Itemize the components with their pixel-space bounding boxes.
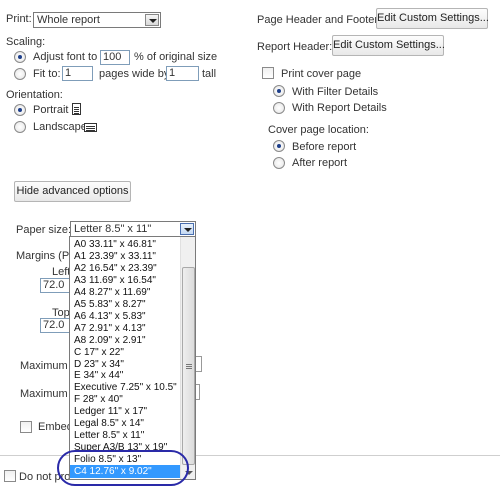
portrait-label: Portrait: [33, 104, 69, 116]
portrait-page-icon: [72, 103, 81, 115]
fit-to-label: Fit to:: [33, 68, 61, 80]
cover-page-label: Print cover page: [281, 68, 362, 80]
adjust-font-radio[interactable]: [14, 51, 26, 63]
scrollbar-thumb[interactable]: [182, 267, 195, 465]
margin-left-label: Left: [52, 266, 71, 278]
fit-to-radio[interactable]: [14, 68, 26, 80]
fit-mid-label: pages wide by: [99, 68, 170, 80]
portrait-radio[interactable]: [14, 104, 26, 116]
paper-size-label: Paper size:: [16, 224, 72, 236]
with-filter-label: With Filter Details: [292, 86, 379, 98]
print-label: Print:: [6, 13, 32, 25]
fit-tall-input[interactable]: 1: [166, 66, 199, 81]
margin-top-input[interactable]: 72.0: [40, 318, 72, 333]
header-footer-edit-button[interactable]: Edit Custom Settings...: [376, 8, 489, 29]
print-select-value: Whole report: [37, 14, 100, 26]
with-report-radio[interactable]: [273, 102, 285, 114]
after-report-radio[interactable]: [273, 157, 285, 169]
landscape-radio[interactable]: [14, 121, 26, 133]
adjust-font-suffix: % of original size: [134, 51, 218, 63]
grip-icon: [186, 364, 192, 365]
orientation-label: Orientation:: [6, 89, 63, 101]
bottom-checkbox[interactable]: [4, 470, 16, 482]
paper-size-select[interactable]: Letter 8.5" x 11": [70, 221, 196, 237]
report-header-edit-button[interactable]: Edit Custom Settings...: [332, 35, 445, 56]
dropdown-scrollbar[interactable]: [180, 237, 195, 479]
maximum-font-input[interactable]: [196, 384, 200, 400]
fit-wide-input[interactable]: 1: [62, 66, 93, 81]
with-report-label: With Report Details: [292, 102, 387, 114]
fit-tall-suffix: tall: [202, 68, 217, 80]
margin-left-input[interactable]: 72.0: [40, 278, 72, 293]
maximum-font-label: Maximum f: [20, 388, 74, 400]
with-filter-radio[interactable]: [273, 85, 285, 97]
after-report-label: After report: [292, 157, 348, 169]
margins-label: Margins (Pix: [16, 250, 78, 262]
before-report-label: Before report: [292, 141, 357, 153]
cover-location-label: Cover page location:: [268, 124, 369, 136]
chevron-down-icon[interactable]: [145, 14, 159, 26]
embed-label: Embed: [38, 421, 73, 433]
print-select[interactable]: Whole report: [33, 12, 161, 28]
report-header-label: Report Header:: [257, 41, 333, 53]
embed-checkbox[interactable]: [20, 421, 32, 433]
before-report-radio[interactable]: [273, 140, 285, 152]
scaling-label: Scaling:: [6, 36, 46, 48]
highlight-annotation-ring: [57, 450, 189, 486]
maximum-height-input[interactable]: [196, 356, 202, 372]
hide-advanced-button[interactable]: Hide advanced options: [14, 181, 131, 202]
adjust-font-label: Adjust font to: [33, 51, 98, 63]
chevron-down-icon[interactable]: [180, 223, 194, 235]
cover-page-checkbox[interactable]: [262, 67, 274, 79]
paper-size-dropdown-list[interactable]: A0 33.11" x 46.81" A1 23.39" x 33.11" A2 1…: [69, 236, 196, 480]
paper-size-value: Letter 8.5" x 11": [74, 223, 152, 235]
landscape-page-icon: [84, 123, 97, 132]
header-footer-label: Page Header and Footer:: [257, 14, 382, 26]
adjust-font-input[interactable]: 100: [100, 50, 130, 65]
landscape-label: Landscape: [33, 121, 87, 133]
